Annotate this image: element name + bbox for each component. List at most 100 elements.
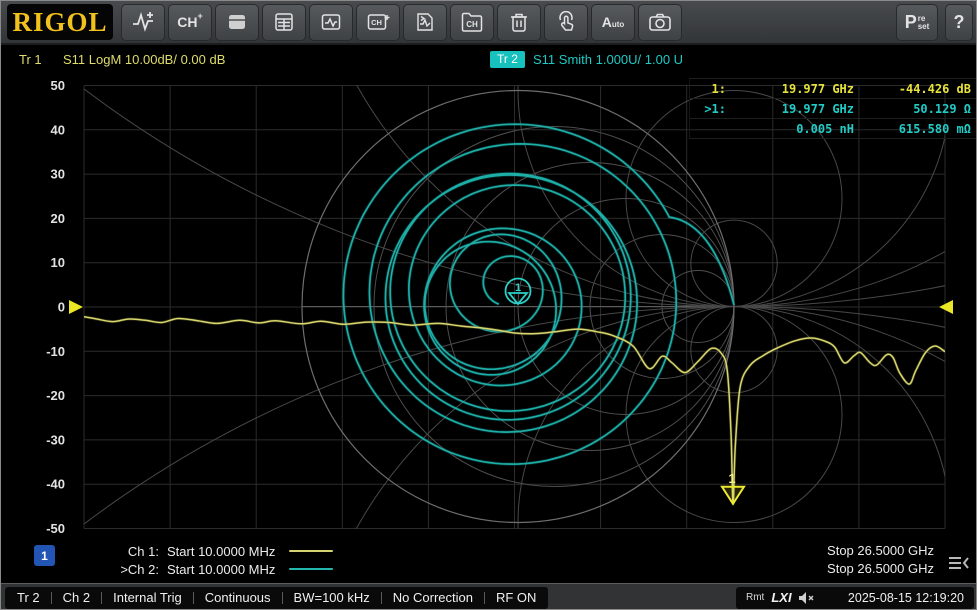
marker-frequency: 0.005 nH bbox=[726, 122, 854, 136]
status-item-internal-trig[interactable]: Internal Trig bbox=[113, 590, 182, 605]
trace1-params[interactable]: S11 LogM 10.00dB/ 0.00 dB bbox=[63, 52, 225, 67]
marker-id: >1: bbox=[690, 102, 726, 116]
remote-indicator: Rmt bbox=[746, 592, 764, 603]
y-tick-label: 40 bbox=[51, 122, 65, 137]
toolbar-right: P reset ? bbox=[896, 4, 973, 41]
vna-screen: RIGOL CH+CHCHAuto P reset ? 50403020100-… bbox=[0, 0, 977, 610]
camera-icon bbox=[648, 11, 672, 33]
pulse-plus-icon bbox=[131, 10, 155, 34]
window-ch-icon: CH bbox=[366, 11, 390, 33]
trace-color-swatch bbox=[289, 550, 333, 552]
marker-value: 50.129 Ω bbox=[854, 102, 977, 116]
speaker-mute-icon[interactable] bbox=[798, 591, 815, 605]
display-area: 50 40 30 20 10 0 -10 -20 -30 -40 -50 1 1 Tr 1 S11 Lo… bbox=[1, 45, 977, 583]
preset-label: P bbox=[905, 13, 917, 31]
legend-row-ch1: Ch 1: Start 10.0000 MHz bbox=[107, 542, 333, 560]
channel-table-button[interactable] bbox=[262, 4, 306, 41]
copy-channel-button[interactable]: CH bbox=[450, 4, 494, 41]
status-item-no-correction[interactable]: No Correction bbox=[393, 590, 473, 605]
add-trace-button[interactable] bbox=[121, 4, 165, 41]
legend-row-ch2: >Ch 2: Start 10.0000 MHz bbox=[107, 560, 333, 578]
channel-window-button[interactable]: CH bbox=[356, 4, 400, 41]
ref-level-arrow-left[interactable] bbox=[69, 300, 83, 314]
menu-collapse-icon[interactable] bbox=[945, 552, 971, 574]
display-layout-button[interactable] bbox=[215, 4, 259, 41]
window-icon bbox=[226, 11, 248, 33]
marker-frequency: 19.977 GHz bbox=[726, 82, 854, 96]
status-item-rf-on[interactable]: RF ON bbox=[496, 590, 536, 605]
channel-legend: Ch 1: Start 10.0000 MHz >Ch 2: Start 10.000… bbox=[107, 542, 333, 578]
trace2-params[interactable]: S11 Smith 1.000U/ 1.00 U bbox=[533, 52, 683, 67]
window-pulse-icon bbox=[320, 11, 342, 33]
screenshot-button[interactable] bbox=[638, 4, 682, 41]
preset-label-stack: reset bbox=[918, 15, 930, 32]
status-divider bbox=[193, 592, 194, 604]
marker-value: -44.426 dB bbox=[854, 82, 977, 96]
channel1-badge[interactable]: 1 bbox=[34, 545, 55, 566]
auto-scale-label: Auto bbox=[602, 15, 625, 29]
channel-stop-frequency-2: Stop 26.5000 GHz bbox=[827, 560, 934, 578]
toolbar: RIGOL CH+CHCHAuto P reset ? bbox=[1, 1, 977, 45]
stop-frequencies: Stop 26.5000 GHzStop 26.5000 GHz bbox=[827, 542, 934, 578]
marker1-trace1[interactable]: 1 bbox=[722, 471, 744, 504]
touch-button[interactable] bbox=[544, 4, 588, 41]
y-tick-label: -30 bbox=[46, 432, 65, 447]
touch-icon bbox=[555, 11, 577, 33]
status-item-continuous[interactable]: Continuous bbox=[205, 590, 271, 605]
trash-icon bbox=[509, 11, 529, 33]
channel-label: Ch 1: bbox=[107, 544, 159, 559]
y-tick-label: 20 bbox=[51, 211, 65, 226]
trace-color-swatch bbox=[289, 568, 333, 570]
y-tick-label: -20 bbox=[46, 388, 65, 403]
help-label: ? bbox=[954, 12, 965, 33]
trace-window-button[interactable] bbox=[309, 4, 353, 41]
channel-start-frequency: Start 10.0000 MHz bbox=[167, 562, 275, 577]
copy-trace-button[interactable] bbox=[403, 4, 447, 41]
status-divider bbox=[101, 592, 102, 604]
y-tick-label: 50 bbox=[51, 78, 65, 93]
folder-ch-icon: CH bbox=[460, 11, 484, 33]
ref-level-arrow-right[interactable] bbox=[939, 300, 953, 314]
y-tick-label: 30 bbox=[51, 167, 65, 182]
y-axis-labels: 50 40 30 20 10 0 -10 -20 -30 -40 -50 bbox=[46, 78, 65, 536]
y-tick-label: -10 bbox=[46, 344, 65, 359]
status-right-box: Rmt LXI 2025-08-15 12:19:20 bbox=[736, 587, 974, 609]
channel-label: >Ch 2: bbox=[107, 562, 159, 577]
auto-scale-button[interactable]: Auto bbox=[591, 4, 635, 41]
status-items: Tr 2 Ch 2 Internal Trig Continuous BW=100 kH… bbox=[5, 587, 548, 609]
y-tick-label: -40 bbox=[46, 477, 65, 492]
trace-info-row: Tr 1 S11 LogM 10.00dB/ 0.00 dB Tr 2 S11 … bbox=[1, 52, 977, 70]
trace2-smith-spiral bbox=[343, 124, 734, 464]
add-channel-button[interactable]: CH+ bbox=[168, 4, 212, 41]
trace1-label[interactable]: Tr 1 bbox=[19, 52, 42, 67]
svg-text:CH: CH bbox=[371, 18, 382, 27]
marker-row-2: >1:19.977 GHz50.129 Ω bbox=[690, 99, 977, 119]
preset-button[interactable]: P reset bbox=[896, 4, 938, 41]
channel-stop-frequency-1: Stop 26.5000 GHz bbox=[827, 542, 934, 560]
delete-button[interactable] bbox=[497, 4, 541, 41]
status-bar: Tr 2 Ch 2 Internal Trig Continuous BW=100 kH… bbox=[1, 583, 977, 610]
svg-text:1: 1 bbox=[515, 282, 521, 294]
svg-text:CH: CH bbox=[466, 20, 478, 29]
channel-start-frequency: Start 10.0000 MHz bbox=[167, 544, 275, 559]
help-button[interactable]: ? bbox=[945, 4, 973, 41]
trace2-badge[interactable]: Tr 2 bbox=[490, 51, 525, 68]
doc-pulse-icon bbox=[414, 11, 436, 33]
status-divider bbox=[51, 592, 52, 604]
marker-readout-table: 1:19.977 GHz-44.426 dB>1:19.977 GHz50.12… bbox=[689, 78, 977, 139]
add-channel-label: CH+ bbox=[177, 15, 203, 29]
svg-text:1: 1 bbox=[728, 471, 735, 486]
y-tick-label: 10 bbox=[51, 255, 65, 270]
status-item-tr-2[interactable]: Tr 2 bbox=[17, 590, 40, 605]
datetime: 2025-08-15 12:19:20 bbox=[848, 591, 964, 605]
status-divider bbox=[381, 592, 382, 604]
status-divider bbox=[484, 592, 485, 604]
y-tick-label: -50 bbox=[46, 521, 65, 536]
status-item-ch-2[interactable]: Ch 2 bbox=[63, 590, 90, 605]
status-divider bbox=[282, 592, 283, 604]
y-tick-label: 0 bbox=[58, 300, 65, 315]
lxi-indicator: LXI bbox=[771, 590, 791, 605]
status-item-bw-100-khz[interactable]: BW=100 kHz bbox=[294, 590, 370, 605]
marker-row-1: 1:19.977 GHz-44.426 dB bbox=[690, 79, 977, 99]
marker-value: 615.580 mΩ bbox=[854, 122, 977, 136]
